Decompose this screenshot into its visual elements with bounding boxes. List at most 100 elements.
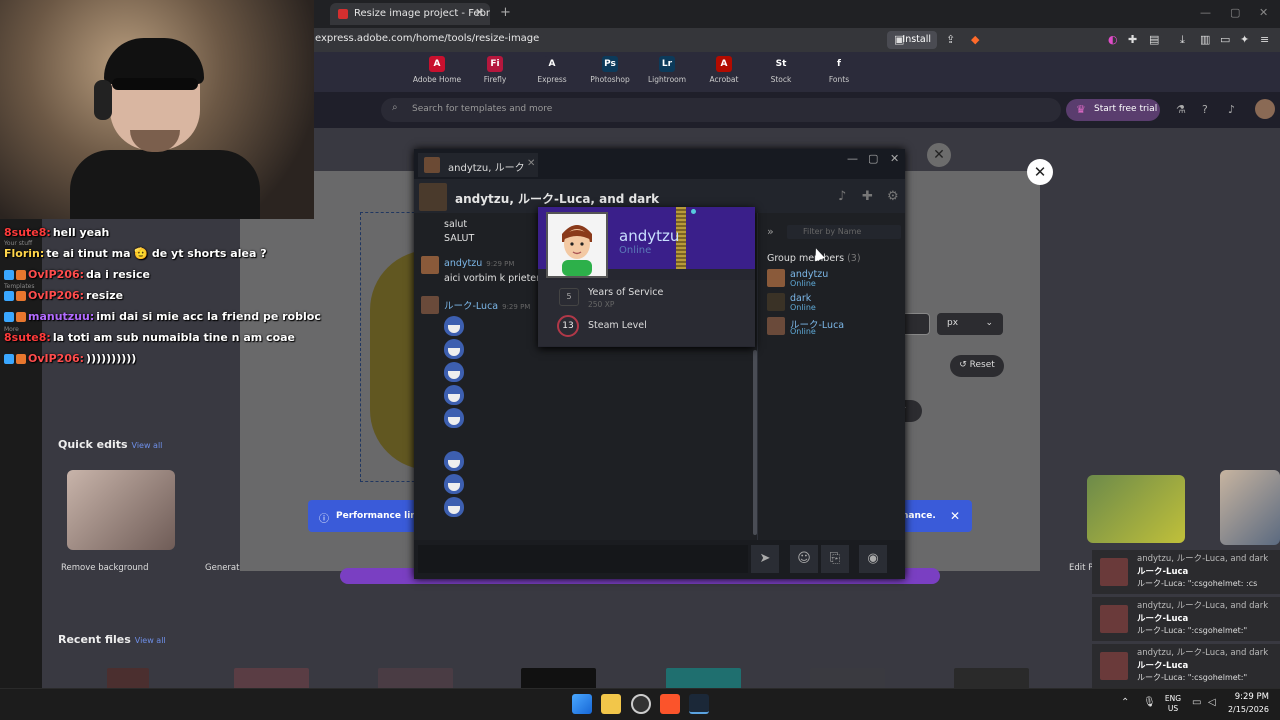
banner-close-icon[interactable]: ✕: [950, 509, 960, 523]
close-window-icon[interactable]: ✕: [1259, 6, 1268, 19]
filter-by-name-input[interactable]: Filter by Name: [787, 225, 901, 239]
group-title[interactable]: andytzu, ルーク-Luca, and dark: [455, 190, 659, 207]
recent-file-thumbnail[interactable]: [666, 668, 741, 688]
stream-chat-line: manutzuu: imi dai si mie acc la friend pe…: [4, 310, 321, 323]
quick-edit-label[interactable]: Remove background: [61, 563, 148, 573]
member-avatar[interactable]: [767, 293, 785, 311]
brave-icon[interactable]: [660, 694, 680, 714]
steam-maximize-icon[interactable]: ▢: [868, 152, 878, 165]
app-item[interactable]: A Express: [522, 56, 582, 84]
bell-icon[interactable]: ♪: [1228, 103, 1235, 116]
reset-button[interactable]: ↺ Reset: [950, 355, 1004, 377]
app-item[interactable]: Lr Lightroom: [637, 56, 697, 84]
author-avatar[interactable]: [421, 256, 439, 274]
recent-file-thumbnail[interactable]: [378, 668, 453, 688]
chat-message-text: hell yeah: [52, 226, 110, 239]
chat-username[interactable]: Florin:: [4, 247, 44, 260]
quick-edit-thumbnail[interactable]: [1087, 475, 1185, 543]
message-author[interactable]: ルーク-Luca 9:29 PM: [444, 298, 530, 312]
avatar[interactable]: [1255, 99, 1275, 119]
url-text[interactable]: express.adobe.com/home/tools/resize-imag…: [315, 33, 539, 44]
attach-icon[interactable]: ⎘: [821, 545, 849, 573]
obs-icon[interactable]: [631, 694, 651, 714]
app-item[interactable]: f Fonts: [809, 56, 869, 84]
leo-icon[interactable]: ✦: [1240, 33, 1249, 46]
recent-file-thumbnail[interactable]: [521, 668, 596, 688]
message-author[interactable]: andytzu 9:29 PM: [444, 258, 514, 269]
app-item[interactable]: St Stock: [751, 56, 811, 84]
clock-time[interactable]: 9:29 PM: [1229, 692, 1269, 702]
steam-close-icon[interactable]: ✕: [890, 152, 899, 165]
app-label: Fonts: [828, 75, 850, 84]
send-icon[interactable]: ➤: [751, 545, 779, 573]
view-all-link[interactable]: View all: [132, 441, 163, 450]
share-icon[interactable]: ⇪: [946, 33, 955, 46]
panel-icon[interactable]: ▥: [1200, 33, 1210, 46]
chat-username[interactable]: OvIP206:: [28, 268, 84, 281]
chat-username[interactable]: OvIP206:: [28, 289, 84, 302]
author-avatar[interactable]: [421, 296, 439, 314]
profile-name[interactable]: andytzu: [619, 227, 679, 245]
chat-message-text: da i resice: [86, 268, 150, 281]
app-item[interactable]: A Acrobat: [694, 56, 754, 84]
steam-icon[interactable]: [689, 694, 709, 714]
clock-date[interactable]: 2/15/2026: [1221, 705, 1269, 714]
voice-icon[interactable]: ◉: [859, 545, 887, 573]
extension-icon[interactable]: ◐: [1108, 33, 1118, 46]
notification-title: andytzu, ルーク-Luca, and dark: [1137, 601, 1269, 611]
quick-edit-label[interactable]: Edit P: [1069, 563, 1093, 573]
download-icon[interactable]: ⤓: [1180, 33, 1185, 47]
microphone-icon[interactable]: 🎙: [1143, 697, 1156, 708]
recent-file-thumbnail[interactable]: [234, 668, 309, 688]
browser-tab[interactable]: Resize image project - February: [330, 3, 490, 25]
remove-background-thumbnail[interactable]: [67, 470, 175, 550]
member-avatar[interactable]: [767, 269, 785, 287]
app-logo-icon: A: [716, 56, 732, 72]
modal-close-icon[interactable]: ✕: [1027, 159, 1053, 185]
minimize-icon[interactable]: —: [1200, 6, 1211, 19]
notification-bell-icon[interactable]: ♪: [838, 189, 846, 204]
menu-icon[interactable]: ≡: [1260, 33, 1269, 46]
brave-shield-icon[interactable]: ◆: [971, 33, 979, 46]
recent-files-title: Recent files View all: [58, 633, 166, 646]
windows-start-icon[interactable]: [572, 694, 592, 714]
tray-chevron-icon[interactable]: ⌃: [1121, 697, 1129, 708]
recent-file-thumbnail[interactable]: [954, 668, 1029, 688]
app-item[interactable]: Fi Firefly: [465, 56, 525, 84]
settings-gear-icon[interactable]: ⚙: [887, 189, 899, 204]
app-item[interactable]: A Adobe Home: [407, 56, 467, 84]
new-tab-icon[interactable]: +: [500, 5, 511, 20]
chat-username[interactable]: manutzuu:: [28, 310, 94, 323]
chat-username[interactable]: OvIP206:: [28, 352, 84, 365]
volume-icon[interactable]: ◁: [1208, 697, 1216, 708]
message-input[interactable]: [418, 545, 748, 573]
file-explorer-icon[interactable]: [601, 694, 621, 714]
lab-icon[interactable]: ⚗: [1176, 103, 1186, 116]
chat-tab-close-icon[interactable]: ✕: [527, 158, 535, 169]
steam-level-label: Steam Level: [588, 320, 647, 331]
wallet-icon[interactable]: ▭: [1220, 33, 1230, 46]
quick-edit-thumbnail[interactable]: [1220, 470, 1280, 545]
network-icon[interactable]: ▭: [1192, 697, 1201, 708]
add-friend-icon[interactable]: ✚: [862, 189, 873, 204]
collapse-members-icon[interactable]: »: [767, 225, 774, 238]
chat-username[interactable]: 8sute8:: [4, 226, 51, 239]
help-icon[interactable]: ?: [1202, 103, 1208, 116]
puzzle-icon[interactable]: ✚: [1128, 33, 1137, 46]
emoticon-icon[interactable]: ☺: [790, 545, 818, 573]
view-all-link[interactable]: View all: [135, 636, 166, 645]
sidebar-icon[interactable]: ▤: [1149, 33, 1159, 46]
recent-file-thumbnail[interactable]: [107, 668, 149, 688]
unit-select[interactable]: px ⌄: [937, 313, 1003, 335]
maximize-icon[interactable]: ▢: [1230, 6, 1240, 19]
language-indicator[interactable]: ENG US: [1162, 694, 1184, 714]
member-avatar[interactable]: [767, 317, 785, 335]
quick-edit-label[interactable]: Generat: [205, 563, 239, 573]
recent-file-thumbnail[interactable]: [810, 668, 885, 688]
chat-scrollbar[interactable]: [753, 350, 757, 535]
app-item[interactable]: Ps Photoshop: [580, 56, 640, 84]
tab-close-icon[interactable]: ✕: [475, 6, 484, 19]
steam-minimize-icon[interactable]: —: [847, 152, 858, 165]
steam-level-badge: 13: [557, 315, 579, 337]
dialog-close-icon[interactable]: ✕: [927, 143, 951, 167]
